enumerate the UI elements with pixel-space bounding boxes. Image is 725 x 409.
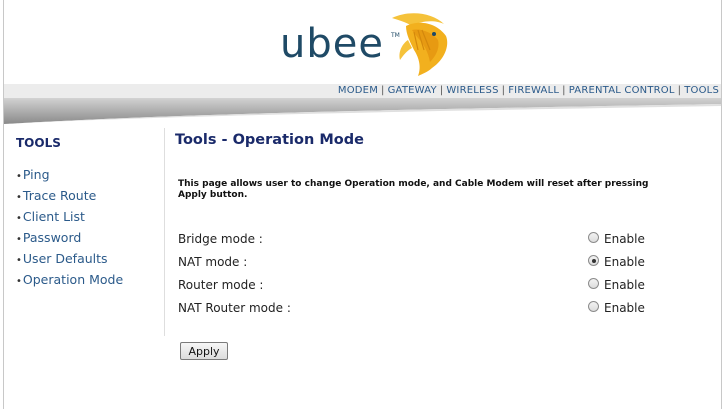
nav-separator: |	[381, 85, 385, 96]
nav-separator: |	[562, 85, 566, 96]
nav-modem[interactable]: MODEM	[338, 85, 378, 96]
sidebar-item-client-list: •Client List	[16, 206, 123, 227]
bullet-icon: •	[16, 171, 22, 182]
bullet-icon: •	[16, 255, 22, 266]
radio-label-bridge[interactable]: Enable	[604, 232, 645, 246]
sidebar-link-user-defaults[interactable]: User Defaults	[23, 251, 108, 266]
nav-separator: |	[501, 85, 506, 96]
mode-label-router: Router mode :	[178, 278, 264, 292]
nav-gateway[interactable]: GATEWAY	[388, 85, 437, 96]
mode-row-nat: NAT mode : Enable	[178, 254, 658, 274]
sidebar-link-ping[interactable]: Ping	[23, 167, 50, 182]
sidebar-item-ping: •Ping	[16, 164, 123, 185]
nav-separator: |	[439, 85, 444, 96]
nav-separator: |	[677, 85, 682, 96]
radio-label-nat-router[interactable]: Enable	[604, 301, 645, 315]
sidebar-link-password[interactable]: Password	[23, 230, 81, 245]
sidebar-item-user-defaults: •User Defaults	[16, 248, 123, 269]
nav-tools[interactable]: TOOLS	[684, 85, 719, 96]
bullet-icon: •	[16, 234, 22, 245]
sidebar-link-operation-mode[interactable]: Operation Mode	[23, 272, 123, 287]
top-navigation: MODEM | GATEWAY | WIRELESS | FIREWALL | PARENTAL…	[4, 84, 721, 98]
mode-label-nat: NAT mode :	[178, 255, 248, 269]
mode-row-router: Router mode : Enable	[178, 277, 658, 297]
apply-button[interactable]: Apply	[180, 342, 228, 360]
logo-text: ubee	[280, 21, 384, 67]
sidebar-divider	[164, 128, 165, 336]
sidebar-item-operation-mode: •Operation Mode	[16, 269, 123, 290]
nav-parental-control[interactable]: PARENTAL CONTROL	[569, 85, 675, 96]
mode-label-nat-router: NAT Router mode :	[178, 301, 291, 315]
header-swoosh	[4, 98, 721, 124]
mode-label-bridge: Bridge mode :	[178, 232, 263, 246]
mode-row-bridge: Bridge mode : Enable	[178, 231, 658, 251]
mode-row-nat-router: NAT Router mode : Enable	[178, 300, 658, 320]
sidebar-item-password: •Password	[16, 227, 123, 248]
radio-nat-router-enable[interactable]	[588, 301, 599, 312]
radio-router-enable[interactable]	[588, 278, 599, 289]
fish-icon	[392, 13, 448, 76]
bullet-icon: •	[16, 276, 22, 287]
sidebar-link-client-list[interactable]: Client List	[23, 209, 85, 224]
page-title: Tools - Operation Mode	[175, 132, 364, 148]
radio-label-nat[interactable]: Enable	[604, 255, 645, 269]
radio-nat-enable[interactable]	[588, 255, 599, 266]
nav-firewall[interactable]: FIREWALL	[508, 85, 559, 96]
ubee-logo: ubee TM	[280, 10, 450, 76]
sidebar-title: TOOLS	[16, 136, 61, 150]
page-description: This page allows user to change Operatio…	[178, 179, 649, 200]
sidebar-link-trace-route[interactable]: Trace Route	[23, 188, 96, 203]
sidebar-item-trace-route: •Trace Route	[16, 185, 123, 206]
bullet-icon: •	[16, 192, 22, 203]
radio-bridge-enable[interactable]	[588, 232, 599, 243]
bullet-icon: •	[16, 213, 22, 224]
radio-label-router[interactable]: Enable	[604, 278, 645, 292]
sidebar-menu: •Ping •Trace Route •Client List •Passwor…	[16, 164, 123, 290]
nav-wireless[interactable]: WIRELESS	[446, 85, 498, 96]
